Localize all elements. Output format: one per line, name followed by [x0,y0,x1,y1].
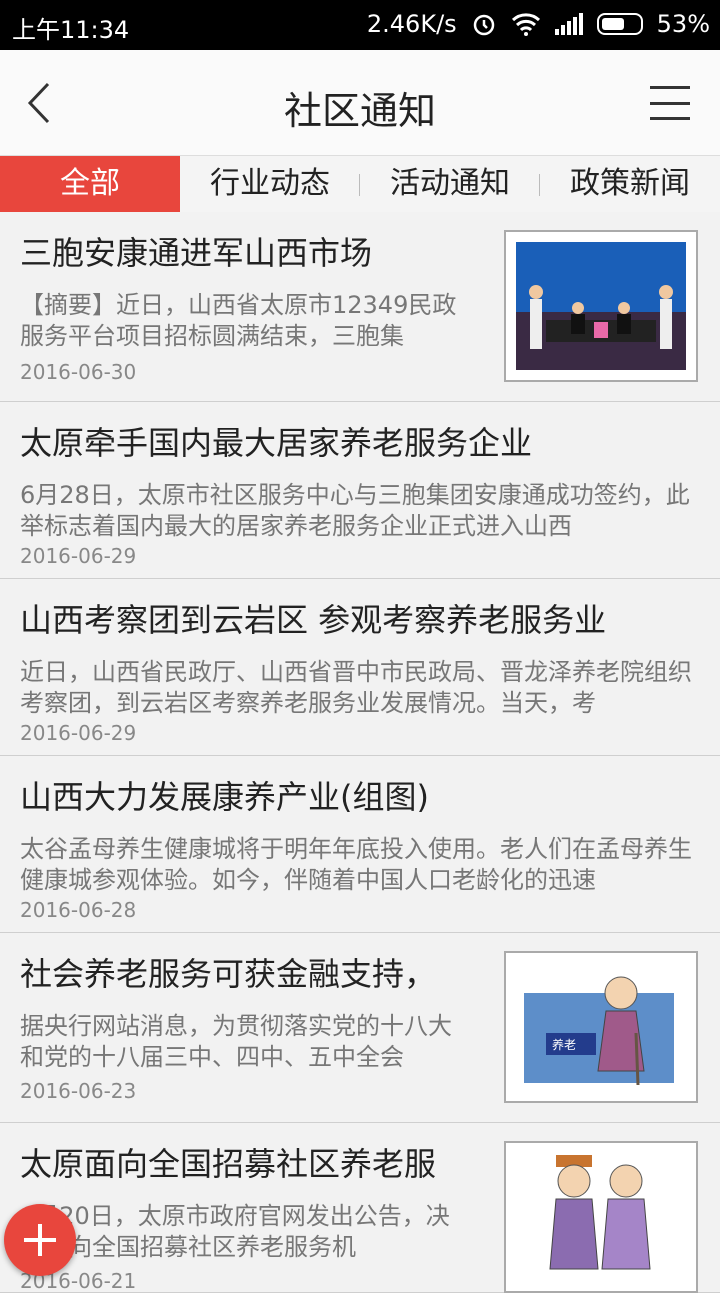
article-title: 山西大力发展康养产业(组图) [20,778,429,816]
article-summary: 据央行网站消息，为贯彻落实党的十八大和党的十八届三中、四中、五中全会 [20,1012,452,1071]
elderly-couple-cartoon [516,1153,686,1281]
article-title: 社会养老服务可获金融支持， [20,955,437,993]
signal-icon [554,13,583,35]
article-summary: 【摘要】近日，山西省太原市12349民政服务平台项目招标圆满结束，三胞集 [20,291,457,350]
article-date: 2016-06-30 [20,360,137,384]
status-bar: 上午11:34 2.46K/s 53% [0,0,720,50]
article-summary: 6月28日，太原市社区服务中心与三胞集团安康通成功签约，此举标志着国内最大的居家… [20,481,690,540]
signing-ceremony-photo [516,242,686,370]
list-item[interactable]: 太原牵手国内最大居家养老服务企业 6月28日，太原市社区服务中心与三胞集团安康通… [0,402,720,579]
article-title: 太原面向全国招募社区养老服 [20,1145,437,1183]
article-list: 三胞安康通进军山西市场 【摘要】近日，山西省太原市12349民政服务平台项目招标… [0,212,720,1293]
tab-label: 政策新闻 [570,166,690,201]
tab-industry-news[interactable]: 行业动态 [180,156,360,212]
tab-policy-news[interactable]: 政策新闻 [540,156,720,212]
battery-level: 53% [656,10,710,38]
article-title: 太原牵手国内最大居家养老服务企业 [20,424,533,462]
battery-icon [596,13,643,35]
alarm-icon [473,14,494,36]
article-date: 2016-06-29 [20,544,137,568]
article-date: 2016-06-28 [20,898,137,922]
article-date: 2016-06-29 [20,721,137,745]
article-thumbnail: 养老 [504,951,698,1103]
elderly-cartoon: 养老 [516,963,686,1091]
list-item[interactable]: 山西大力发展康养产业(组图) 太谷孟母养生健康城将于明年年底投入使用。老人们在孟… [0,756,720,933]
article-title: 山西考察团到云岩区 参观考察养老服务业 [20,601,607,639]
article-title: 三胞安康通进军山西市场 [20,234,373,272]
network-speed: 2.46K/s [366,10,457,38]
list-item[interactable]: 三胞安康通进军山西市场 【摘要】近日，山西省太原市12349民政服务平台项目招标… [0,212,720,402]
list-item[interactable]: 山西考察团到云岩区 参观考察养老服务业 近日，山西省民政厅、山西省晋中市民政局、… [0,579,720,756]
article-summary: 6月20日，太原市政府官网发出公告，决定面向全国招募社区养老服务机 [20,1202,450,1261]
status-right: 2.46K/s 53% [367,10,710,38]
thumb-caption: 养老 [552,1037,576,1052]
category-tabs: 全部 行业动态 活动通知 政策新闻 [0,156,720,212]
page-title: 社区通知 [283,89,436,133]
menu-button[interactable] [650,86,690,120]
list-item[interactable]: 社会养老服务可获金融支持， 据央行网站消息，为贯彻落实党的十八大和党的十八届三中… [0,933,720,1123]
article-summary: 太谷孟母养生健康城将于明年年底投入使用。老人们在孟母养生健康城参观体验。如今，伴… [20,835,692,894]
article-summary: 近日，山西省民政厅、山西省晋中市民政局、晋龙泽养老院组织考察团，到云岩区考察养老… [20,658,692,717]
tab-label: 活动通知 [390,166,510,201]
tab-all[interactable]: 全部 [0,156,180,212]
article-thumbnail [504,1141,698,1293]
tab-label: 行业动态 [210,166,330,201]
status-time: 上午11:34 [12,16,130,44]
article-thumbnail [504,230,698,382]
tab-event-notices[interactable]: 活动通知 [360,156,540,212]
list-item[interactable]: 太原面向全国招募社区养老服 6月20日，太原市政府官网发出公告，决定面向全国招募… [0,1123,720,1293]
title-bar: 社区通知 [0,50,720,156]
wifi-icon [511,13,540,36]
article-date: 2016-06-23 [20,1079,137,1103]
tab-label: 全部 [60,166,120,201]
add-button[interactable] [4,1204,76,1276]
